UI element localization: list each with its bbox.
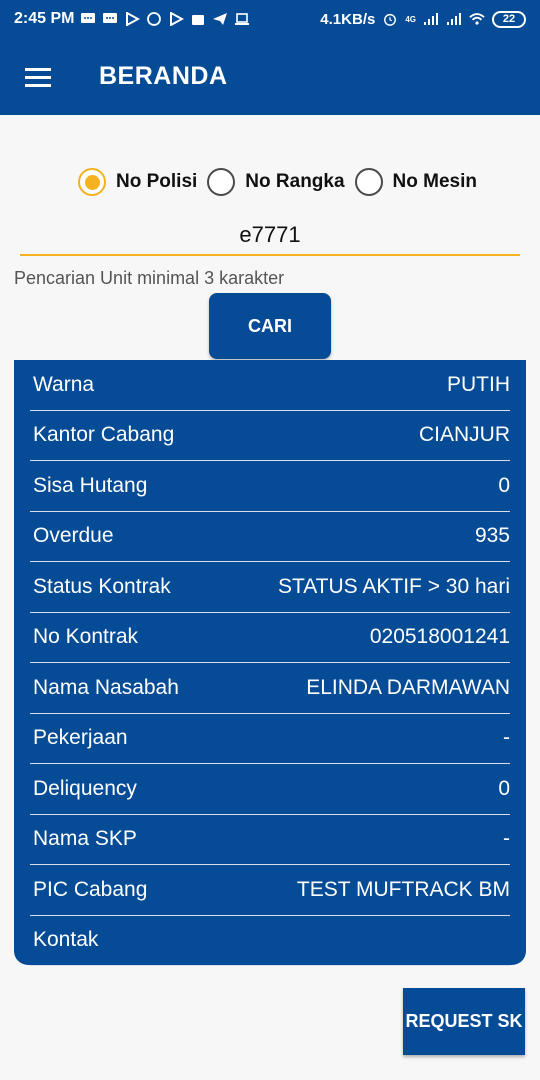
- radio-checked-icon: [78, 168, 106, 196]
- detail-row-no-kontrak: No Kontrak 020518001241: [30, 613, 510, 663]
- detail-label: Overdue: [33, 524, 114, 548]
- detail-value: CIANJUR: [418, 423, 510, 447]
- alarm-icon: [384, 13, 397, 26]
- radio-label: No Rangka: [245, 171, 345, 192]
- radio-no-mesin[interactable]: No Mesin: [354, 168, 477, 196]
- detail-row-pic-cabang: PIC Cabang TEST MUFTRACK BM: [30, 865, 510, 916]
- detail-label: Nama Nasabah: [33, 675, 179, 699]
- detail-label: Sisa Hutang: [33, 473, 148, 497]
- app-bar: BERANDA: [0, 38, 540, 115]
- detail-label: Pekerjaan: [33, 726, 128, 750]
- detail-value: ELINDA DARMAWAN: [306, 675, 510, 699]
- detail-value: STATUS AKTIF > 30 hari: [277, 574, 510, 598]
- detail-value: TEST MUFTRACK BM: [296, 877, 510, 901]
- menu-button[interactable]: [0, 38, 78, 115]
- page-title: BERANDA: [99, 62, 228, 90]
- search-hint: Pencarian Unit minimal 3 karakter: [14, 268, 285, 288]
- whatsapp-icon: [147, 12, 162, 26]
- radio-no-polisi[interactable]: No Polisi: [78, 168, 197, 196]
- detail-label: PIC Cabang: [33, 877, 148, 901]
- hamburger-menu-icon: [25, 67, 51, 87]
- network-type: 4G: [405, 14, 416, 24]
- detail-value: 0: [498, 473, 510, 497]
- shop-icon: [192, 15, 205, 25]
- message-icon: [81, 13, 96, 23]
- signal-icon: [447, 13, 461, 25]
- detail-label: Warna: [33, 372, 95, 396]
- detail-row-kantor-cabang: Kantor Cabang CIANJUR: [30, 411, 510, 461]
- network-speed: 4.1KB/s: [320, 10, 376, 28]
- detail-value: 020518001241: [369, 625, 510, 649]
- detail-row-status-kontrak: Status Kontrak STATUS AKTIF > 30 hari: [30, 562, 510, 613]
- radio-unchecked-icon: [207, 168, 236, 196]
- detail-label: Deliquency: [33, 776, 137, 800]
- signal-icon: [424, 13, 438, 25]
- detail-label: Kontak: [33, 928, 99, 952]
- radio-label: No Polisi: [116, 171, 198, 192]
- detail-row-nama-skp: Nama SKP -: [30, 815, 510, 865]
- detail-row-overdue: Overdue 935: [30, 512, 510, 562]
- detail-label: Status Kontrak: [33, 574, 171, 598]
- search-input[interactable]: [20, 216, 520, 256]
- detail-row-warna: Warna PUTIH: [30, 360, 510, 411]
- detail-row-nama-nasabah: Nama Nasabah ELINDA DARMAWAN: [30, 663, 510, 714]
- radio-label: No Mesin: [392, 171, 477, 192]
- search-button[interactable]: CARI: [209, 293, 331, 359]
- detail-value: PUTIH: [447, 372, 510, 396]
- wifi-icon: [469, 13, 485, 25]
- detail-value: 935: [474, 524, 510, 548]
- request-sk-button[interactable]: REQUEST SK: [403, 988, 525, 1055]
- status-bar: 2:45 PM 4.1KB/s 4G 22: [0, 0, 540, 38]
- laptop-icon: [235, 13, 250, 25]
- telegram-icon: [213, 13, 228, 25]
- play-store-icon: [126, 12, 141, 26]
- detail-row-sisa-hutang: Sisa Hutang 0: [30, 461, 510, 512]
- clock: 2:45 PM: [14, 10, 75, 27]
- radio-unchecked-icon: [354, 168, 383, 196]
- unit-details-panel: Warna PUTIH Kantor Cabang CIANJUR Sisa H…: [14, 360, 526, 966]
- detail-row-pekerjaan: Pekerjaan -: [30, 714, 510, 764]
- detail-label: Nama SKP: [33, 827, 137, 851]
- search-type-radio-group: No Polisi No Rangka No Mesin: [78, 166, 487, 198]
- detail-label: Kantor Cabang: [33, 423, 175, 447]
- detail-value: 0: [498, 776, 510, 800]
- detail-value: -: [503, 827, 510, 851]
- detail-row-kontak: Kontak: [30, 916, 510, 966]
- detail-value: -: [503, 726, 510, 750]
- detail-label: No Kontrak: [33, 625, 139, 649]
- battery-indicator: 22: [492, 10, 526, 28]
- detail-row-deliquency: Deliquency 0: [30, 764, 510, 815]
- message-icon: [103, 13, 118, 23]
- radio-no-rangka[interactable]: No Rangka: [207, 168, 345, 196]
- play-store-icon: [170, 12, 185, 26]
